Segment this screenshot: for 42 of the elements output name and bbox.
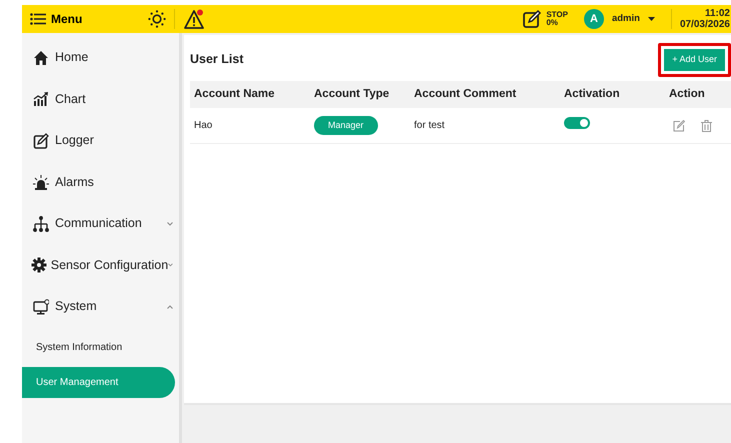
- table-cell: Hao: [190, 108, 310, 144]
- column-header: Action: [665, 80, 731, 108]
- table-cell: for test: [410, 108, 560, 144]
- edit-icon: [33, 132, 49, 149]
- user-name[interactable]: admin: [612, 12, 640, 26]
- clock-date: 07/03/2026: [680, 19, 730, 30]
- chevron-icon[interactable]: [167, 304, 173, 309]
- chevron-icon[interactable]: [167, 222, 173, 226]
- status-text: STOP: [546, 10, 568, 19]
- sidebar-item[interactable]: Home: [22, 37, 179, 78]
- sidebar-item[interactable]: Logger: [22, 120, 179, 162]
- column-header: Account Type: [310, 80, 410, 108]
- panel-title: User List: [190, 51, 244, 68]
- chart-icon: [33, 91, 49, 108]
- sidebar-item[interactable]: Communication: [22, 203, 179, 244]
- brightness-icon[interactable]: [148, 10, 166, 28]
- status-percent: 0%: [546, 19, 559, 28]
- network-icon: [33, 216, 49, 232]
- activation-toggle[interactable]: [564, 117, 590, 129]
- clock-time: 11:02: [704, 8, 730, 19]
- column-header: Account Comment: [410, 80, 560, 108]
- warning-icon[interactable]: [183, 9, 204, 29]
- account-type-tag: Manager: [314, 116, 378, 136]
- edit-icon: [522, 9, 542, 29]
- trash-icon[interactable]: [701, 120, 712, 132]
- column-header: Activation: [560, 80, 665, 108]
- chevron-icon[interactable]: [168, 263, 173, 268]
- sidebar-item[interactable]: System: [22, 286, 179, 328]
- siren-icon: [33, 174, 49, 190]
- sidebar-item[interactable]: Alarms: [22, 162, 179, 203]
- sidebar-subitem[interactable]: System Information: [22, 332, 175, 362]
- menu-icon: [30, 13, 46, 25]
- sidebar-item[interactable]: Chart: [22, 78, 179, 120]
- column-header: Account Name: [190, 80, 310, 108]
- avatar-circle: A: [584, 9, 604, 29]
- menu-button[interactable]: Menu: [30, 10, 148, 28]
- caret-icon[interactable]: [648, 17, 655, 21]
- home-icon: [33, 50, 49, 66]
- gear-icon: [30, 257, 47, 274]
- sidebar-item[interactable]: Sensor Configuration: [22, 244, 179, 286]
- monitor-icon: [33, 298, 49, 315]
- edit-icon[interactable]: [673, 120, 685, 132]
